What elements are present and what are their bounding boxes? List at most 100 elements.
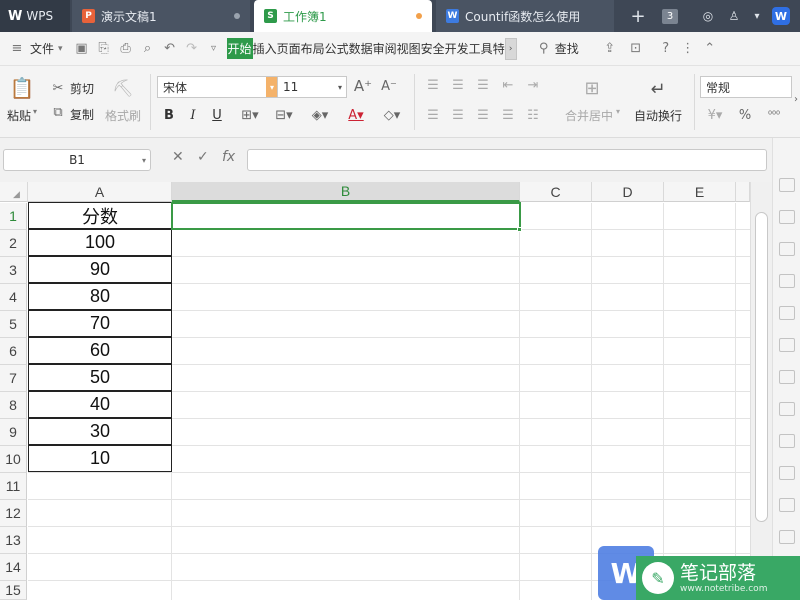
new-tab-plus-icon[interactable]: + bbox=[626, 0, 650, 32]
select-tool-icon[interactable] bbox=[779, 178, 795, 192]
tab-data[interactable]: 数据 bbox=[349, 40, 373, 57]
tab-review[interactable]: 审阅 bbox=[373, 40, 397, 57]
selected-cell-b1[interactable] bbox=[171, 202, 521, 230]
column-header-b[interactable]: B bbox=[172, 182, 520, 202]
row-header-1[interactable]: 1 bbox=[0, 203, 27, 230]
scrollbar-thumb[interactable] bbox=[755, 212, 768, 522]
column-header-a[interactable]: A bbox=[28, 182, 172, 202]
more-options-icon[interactable]: ⋮ bbox=[677, 38, 699, 60]
select-all-corner[interactable]: ◢ bbox=[0, 182, 28, 202]
text-tool-icon[interactable] bbox=[779, 338, 795, 352]
increase-font-icon[interactable]: A⁺ bbox=[354, 76, 372, 96]
align-middle-icon[interactable]: ☰ bbox=[449, 76, 467, 94]
cell-a5[interactable]: 70 bbox=[28, 310, 172, 337]
copy-icon[interactable]: ⧉ bbox=[50, 104, 66, 120]
font-color-icon[interactable]: A▾ bbox=[342, 106, 370, 124]
column-header-e[interactable]: E bbox=[664, 182, 736, 202]
vertical-scrollbar[interactable] bbox=[750, 182, 772, 600]
copy-button[interactable]: 复制 bbox=[70, 106, 94, 123]
cell-a1[interactable]: 分数 bbox=[28, 202, 172, 229]
cell-a2[interactable]: 100 bbox=[28, 229, 172, 256]
borders-icon[interactable]: ⊞▾ bbox=[236, 106, 264, 124]
paste-icon[interactable]: 📋 bbox=[8, 74, 36, 102]
row-header-14[interactable]: 14 bbox=[0, 554, 27, 581]
menu-dropdown-icon[interactable]: ▾ bbox=[748, 0, 766, 32]
cloud-icon[interactable]: ⊡ bbox=[625, 38, 647, 60]
clear-format-icon[interactable]: ◇▾ bbox=[378, 106, 406, 124]
name-box[interactable]: B1 ▾ bbox=[3, 149, 151, 171]
name-box-dropdown-icon[interactable]: ▾ bbox=[142, 156, 146, 165]
italic-icon[interactable]: I bbox=[184, 106, 202, 124]
fill-handle[interactable] bbox=[517, 227, 522, 232]
row-header-10[interactable]: 10 bbox=[0, 446, 27, 473]
row-header-11[interactable]: 11 bbox=[0, 473, 27, 500]
cell-a3[interactable]: 90 bbox=[28, 256, 172, 283]
paste-button[interactable]: 粘贴 bbox=[7, 107, 31, 124]
cell-a7[interactable]: 50 bbox=[28, 364, 172, 391]
ribbon-scroll-right-icon[interactable]: › bbox=[792, 92, 800, 106]
collapse-ribbon-icon[interactable]: ⌃ bbox=[699, 38, 721, 60]
sheet-grid[interactable]: 分数 100 90 80 70 60 50 40 30 10 bbox=[28, 202, 750, 600]
percent-icon[interactable]: % bbox=[736, 106, 754, 124]
row-header-15[interactable]: 15 bbox=[0, 581, 27, 600]
format-painter-icon[interactable]: ⛏ bbox=[110, 76, 136, 102]
tab-presentation[interactable]: P 演示文稿1 bbox=[72, 0, 250, 32]
tab-document[interactable]: W Countif函数怎么使用 bbox=[436, 0, 614, 32]
file-menu-chevron-icon[interactable]: ▾ bbox=[58, 44, 63, 54]
property-tool-icon[interactable] bbox=[779, 274, 795, 288]
save-icon[interactable]: ▣ bbox=[71, 38, 93, 60]
customize-toolbar-icon[interactable]: ▿ bbox=[203, 38, 225, 60]
filter-tool-icon[interactable] bbox=[779, 466, 795, 480]
tab-workbook[interactable]: S 工作簿1 bbox=[254, 0, 432, 32]
tab-insert[interactable]: 插入 bbox=[253, 40, 277, 57]
underline-icon[interactable]: U bbox=[208, 106, 226, 124]
tab-view[interactable]: 视图 bbox=[397, 40, 421, 57]
currency-icon[interactable]: ¥▾ bbox=[702, 106, 728, 124]
row-header-4[interactable]: 4 bbox=[0, 284, 27, 311]
search-label[interactable]: 查找 bbox=[555, 40, 579, 57]
shirt-icon[interactable]: ♙ bbox=[724, 0, 744, 32]
export-icon[interactable]: ⎘ bbox=[93, 38, 115, 60]
cut-button[interactable]: 剪切 bbox=[70, 80, 94, 97]
tab-home[interactable]: 开始 bbox=[226, 38, 253, 59]
tab-formula[interactable]: 公式 bbox=[325, 40, 349, 57]
number-format-select[interactable]: 常规 bbox=[700, 76, 792, 98]
chart-tool-icon[interactable] bbox=[779, 434, 795, 448]
row-header-8[interactable]: 8 bbox=[0, 392, 27, 419]
indent-decrease-icon[interactable]: ⇤ bbox=[499, 76, 517, 94]
row-header-3[interactable]: 3 bbox=[0, 257, 27, 284]
tab-security[interactable]: 安全 bbox=[421, 40, 445, 57]
search-icon[interactable]: ⚲ bbox=[533, 38, 555, 60]
tab-page-layout[interactable]: 页面布局 bbox=[277, 40, 325, 57]
paste-dropdown-icon[interactable]: ▾ bbox=[33, 107, 37, 116]
row-header-6[interactable]: 6 bbox=[0, 338, 27, 365]
wps-home-tab[interactable]: W WPS bbox=[0, 0, 70, 32]
align-bottom-icon[interactable]: ☰ bbox=[474, 76, 492, 94]
column-header-f[interactable] bbox=[736, 182, 750, 202]
merge-center-button[interactable]: 合并居中 bbox=[565, 107, 613, 124]
help-tool-icon[interactable] bbox=[779, 530, 795, 544]
merge-cells-icon[interactable]: ⊞ bbox=[580, 76, 604, 100]
decrease-font-icon[interactable]: A⁻ bbox=[380, 76, 398, 96]
format-painter-button[interactable]: 格式刷 bbox=[105, 107, 141, 124]
backup-tool-icon[interactable] bbox=[779, 306, 795, 320]
share-icon[interactable]: ⇪ bbox=[599, 38, 621, 60]
column-header-c[interactable]: C bbox=[520, 182, 592, 202]
row-header-7[interactable]: 7 bbox=[0, 365, 27, 392]
row-header-5[interactable]: 5 bbox=[0, 311, 27, 338]
share-tool-icon[interactable] bbox=[779, 370, 795, 384]
cell-a6[interactable]: 60 bbox=[28, 337, 172, 364]
justify-icon[interactable]: ☰ bbox=[499, 106, 517, 124]
font-size-dropdown-icon[interactable]: ▾ bbox=[334, 77, 346, 97]
window-count-button[interactable]: 3 bbox=[656, 0, 684, 32]
cell-a4[interactable]: 80 bbox=[28, 283, 172, 310]
row-header-9[interactable]: 9 bbox=[0, 419, 27, 446]
row-header-12[interactable]: 12 bbox=[0, 500, 27, 527]
undo-icon[interactable]: ↶ bbox=[159, 38, 181, 60]
close-tab-icon[interactable] bbox=[234, 13, 240, 19]
align-right-icon[interactable]: ☰ bbox=[474, 106, 492, 124]
help-icon[interactable]: ? bbox=[655, 38, 677, 60]
skin-icon[interactable]: ◎ bbox=[698, 0, 718, 32]
image-tool-icon[interactable] bbox=[779, 402, 795, 416]
more-tabs-chevron-icon[interactable]: › bbox=[504, 37, 517, 60]
